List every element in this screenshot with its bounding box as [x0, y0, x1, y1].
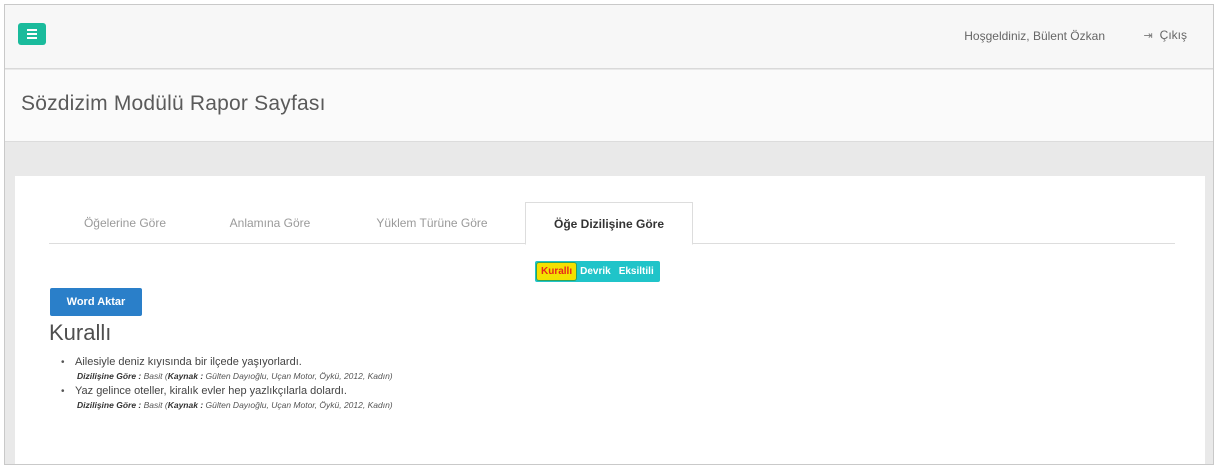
hamburger-line: [27, 37, 37, 39]
sentence-meta: Dizilişine Göre : Basit (Kaynak : Gülten…: [75, 399, 775, 411]
logout-link[interactable]: ⇥ Çıkış: [1143, 28, 1187, 42]
sentence-list: • Ailesiyle deniz kıyısında bir ilçede y…: [61, 355, 775, 413]
sentence-meta: Dizilişine Göre : Basit (Kaynak : Gülten…: [75, 370, 775, 382]
meta-label: Dizilişine Göre :: [77, 371, 142, 381]
content-panel: Öğelerine Göre Anlamına Göre Yüklem Türü…: [15, 176, 1205, 464]
sentence-text: Yaz gelince oteller, kiralık evler hep y…: [75, 385, 347, 397]
meta-value: Basit (: [143, 400, 168, 410]
tab-anlamina-gore[interactable]: Anlamına Göre: [201, 202, 339, 244]
filter-pill-group: Kurallı Devrik Eksiltili: [535, 261, 660, 282]
logout-label: Çıkış: [1159, 28, 1187, 42]
meta-source-label: Kaynak :: [167, 371, 204, 381]
filter-eksiltili-button[interactable]: Eksiltili: [615, 263, 658, 280]
list-item: • Ailesiyle deniz kıyısında bir ilçede y…: [61, 355, 775, 382]
app-window: Hoşgeldiniz, Bülent Özkan ⇥ Çıkış Sözdiz…: [4, 4, 1214, 465]
filter-devrik-button[interactable]: Devrik: [576, 263, 615, 280]
filter-kuralli-button[interactable]: Kurallı: [537, 263, 577, 280]
list-item: • Yaz gelince oteller, kiralık evler hep…: [61, 384, 775, 411]
sentence-text: Ailesiyle deniz kıyısında bir ilçede yaş…: [75, 356, 302, 368]
menu-toggle-button[interactable]: [18, 23, 46, 45]
hamburger-line: [27, 33, 37, 35]
meta-value: Basit (: [143, 371, 168, 381]
welcome-text: Hoşgeldiniz, Bülent Özkan: [964, 29, 1105, 43]
meta-source: Gülten Dayıoğlu, Uçan Motor, Öykü, 2012,…: [205, 400, 393, 410]
top-navbar: Hoşgeldiniz, Bülent Özkan ⇥ Çıkış: [5, 5, 1213, 69]
page-header: Sözdizim Modülü Rapor Sayfası: [5, 70, 1213, 142]
tab-yuklem-turune-gore[interactable]: Yüklem Türüne Göre: [339, 202, 525, 244]
page-title: Sözdizim Modülü Rapor Sayfası: [21, 92, 326, 115]
hamburger-line: [27, 29, 37, 31]
sign-out-icon: ⇥: [1143, 29, 1153, 42]
meta-label: Dizilişine Göre :: [77, 400, 142, 410]
meta-source: Gülten Dayıoğlu, Uçan Motor, Öykü, 2012,…: [205, 371, 393, 381]
bullet-icon: •: [61, 386, 65, 397]
tab-ogelerine-gore[interactable]: Öğelerine Göre: [49, 202, 201, 244]
section-title: Kurallı: [49, 320, 112, 345]
meta-source-label: Kaynak :: [167, 400, 204, 410]
tab-oge-dizilisine-gore[interactable]: Öğe Dizilişine Göre: [525, 202, 693, 245]
word-export-button[interactable]: Word Aktar: [50, 288, 142, 316]
tab-bar: Öğelerine Göre Anlamına Göre Yüklem Türü…: [49, 202, 1175, 245]
bullet-icon: •: [61, 357, 65, 368]
